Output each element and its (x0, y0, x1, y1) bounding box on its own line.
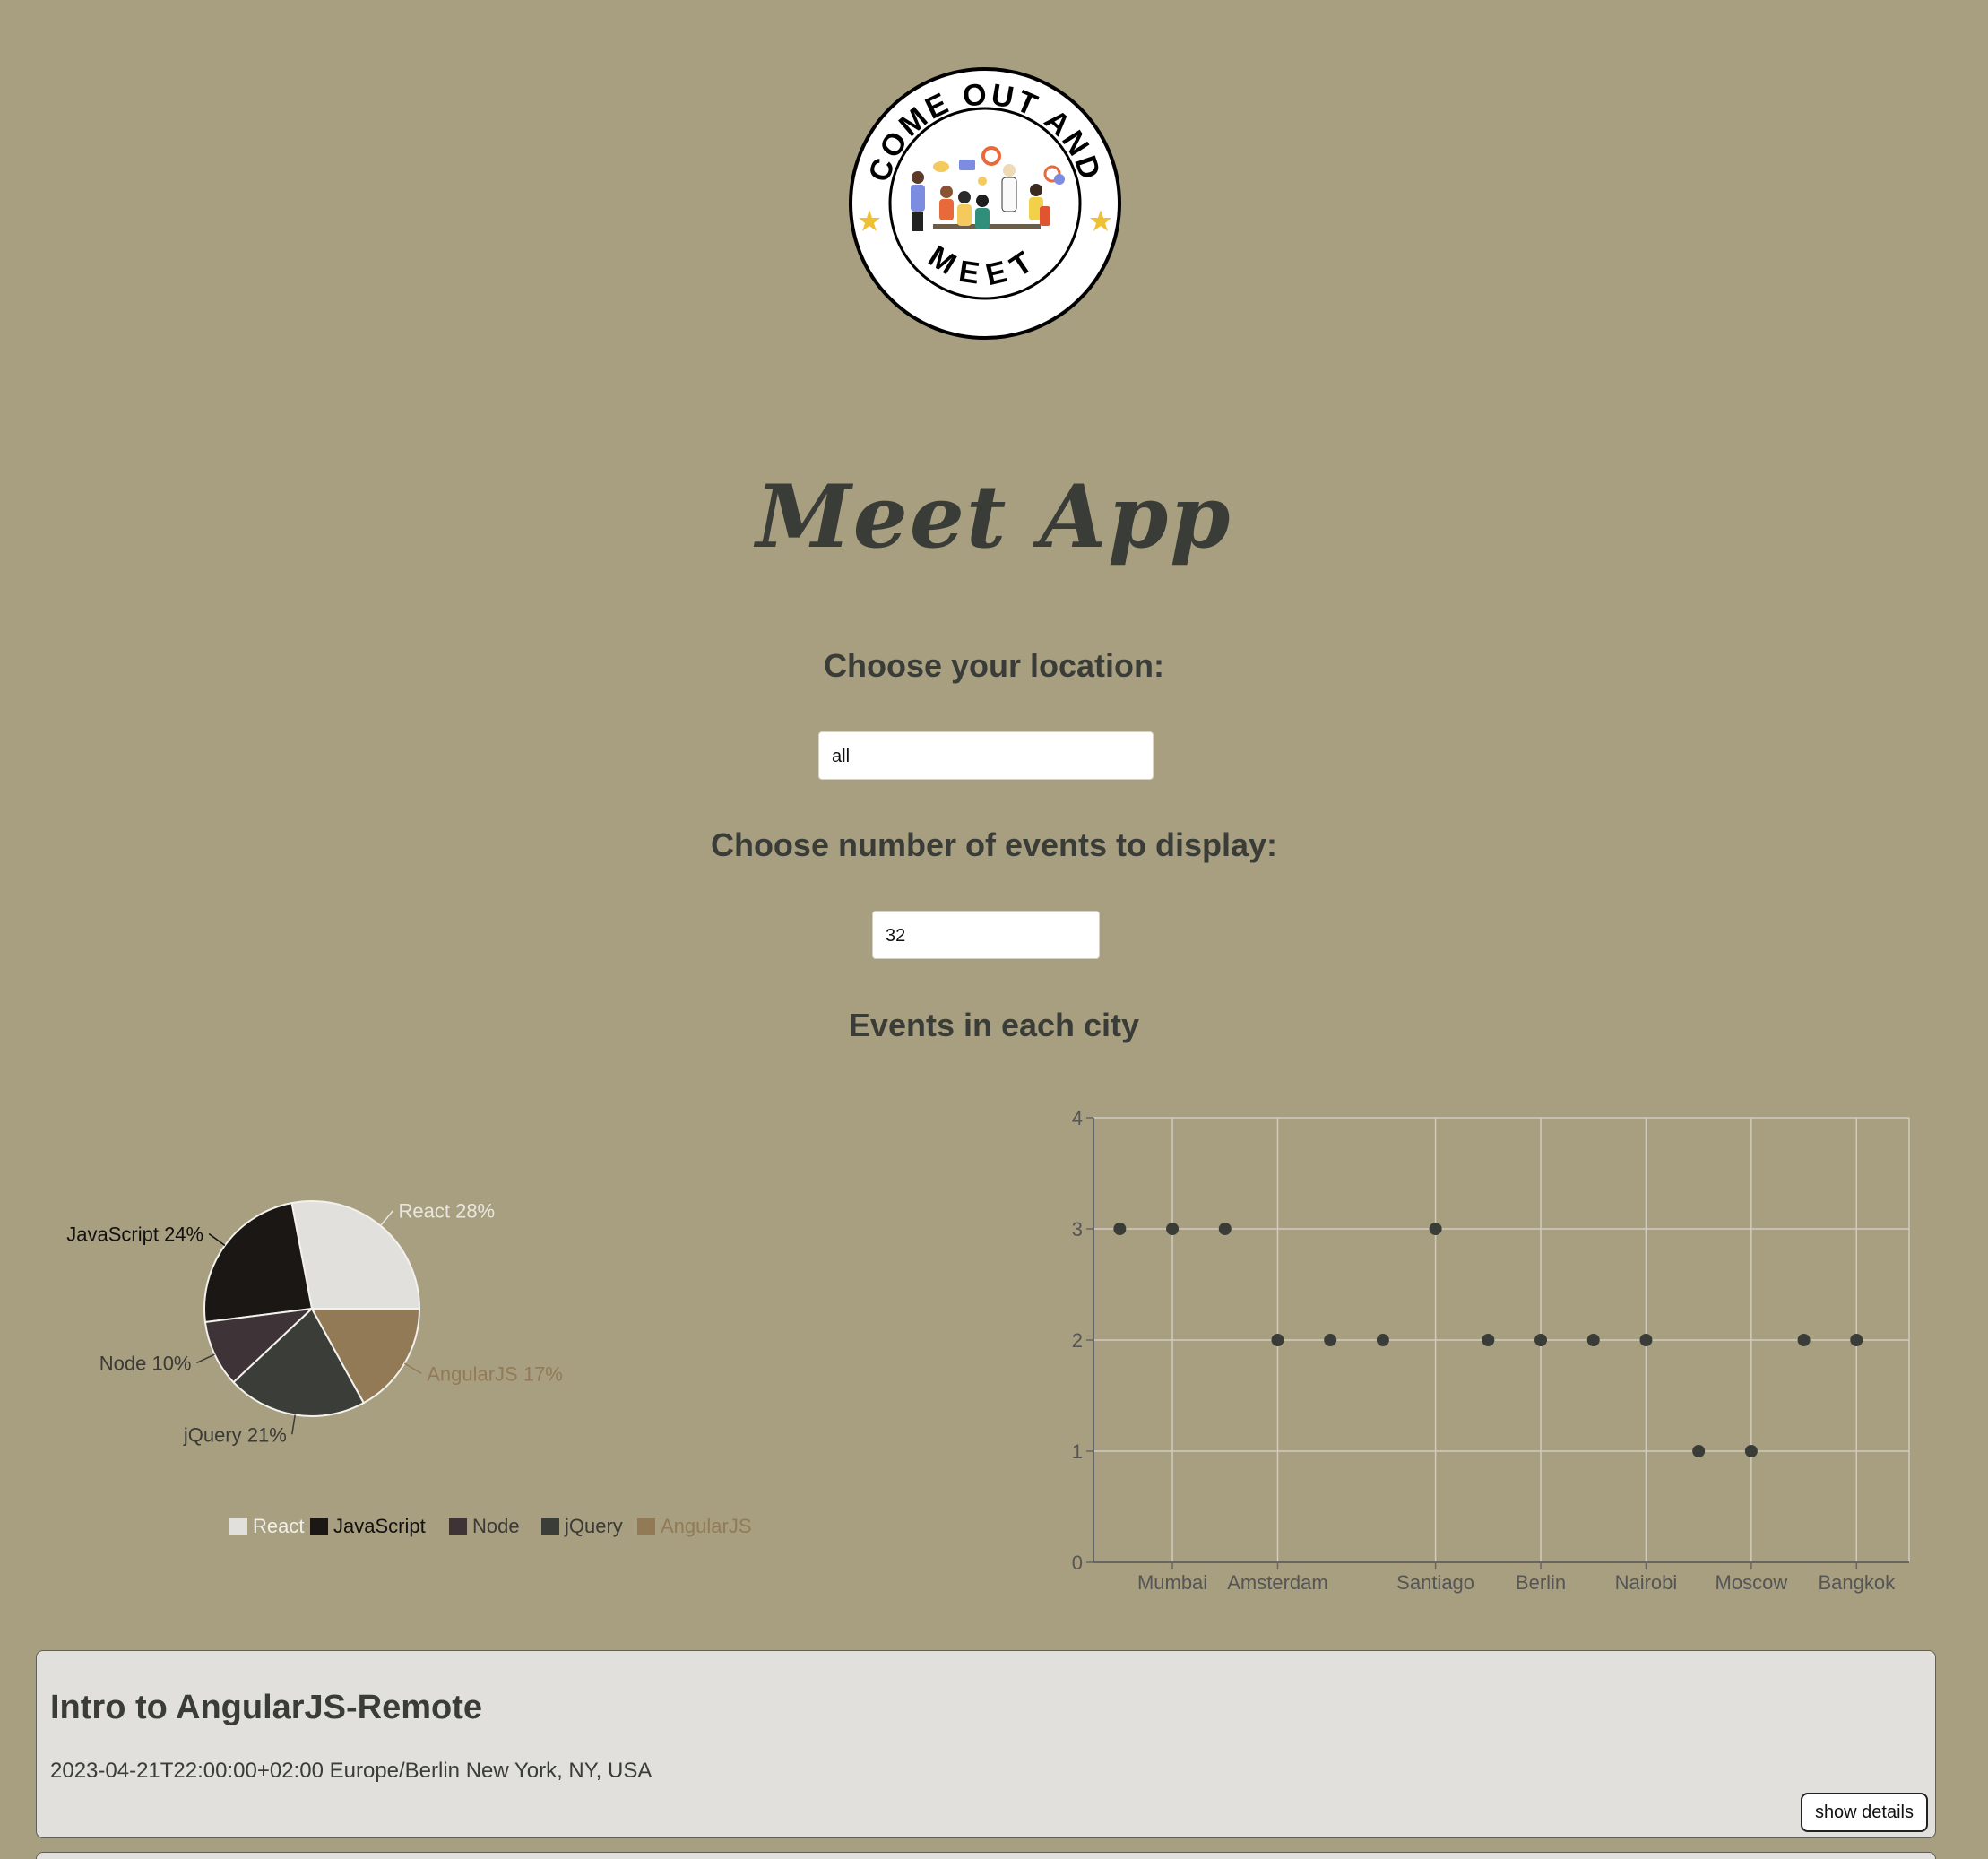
x-tick-label: Berlin (1516, 1571, 1566, 1594)
legend-swatch (637, 1518, 655, 1535)
y-tick-label: 4 (1072, 1107, 1083, 1129)
legend-item-angularjs[interactable]: AngularJS (661, 1515, 752, 1537)
pie-legend: React JavaScript Node jQuery AngularJS (229, 1515, 752, 1537)
scatter-point[interactable] (1639, 1334, 1653, 1346)
pie-label-line (208, 1232, 226, 1247)
scatter-point[interactable] (1429, 1223, 1442, 1235)
event-title: Intro to AngularJS-Remote (50, 1689, 483, 1726)
x-tick-label: Bangkok (1818, 1571, 1896, 1594)
x-tick-label: Amsterdam (1227, 1571, 1327, 1594)
legend-swatch (541, 1518, 559, 1535)
app-title: Meet App (756, 466, 1232, 567)
event-start: 2023-04-21T22:00:00+02:00 (50, 1759, 324, 1783)
charts-heading: Events in each city (848, 1007, 1140, 1043)
app-logo: COME OUT AND MEET (848, 66, 1122, 341)
event-card (36, 1852, 1936, 1859)
scatter-point[interactable] (1744, 1445, 1758, 1457)
pie-slice-label: Node 10% (99, 1352, 192, 1374)
legend-swatch (310, 1518, 328, 1535)
x-tick-label: Moscow (1716, 1571, 1788, 1594)
pie-label-line (291, 1414, 296, 1435)
logo-badge: COME OUT AND MEET (849, 67, 1121, 340)
y-tick-label: 2 (1072, 1329, 1083, 1352)
scatter-point[interactable] (1218, 1223, 1232, 1235)
pie-slice-label: AngularJS 17% (427, 1362, 563, 1385)
event-card: Intro to AngularJS-Remote 2023-04-21T22:… (36, 1650, 1936, 1838)
number-of-events-label: Choose number of events to display: (710, 826, 1278, 863)
legend-swatch (229, 1518, 247, 1535)
scatter-point[interactable] (1692, 1445, 1706, 1457)
scatter-point[interactable] (1534, 1334, 1548, 1346)
legend-item-javascript[interactable]: JavaScript (333, 1515, 426, 1537)
show-details-button[interactable]: show details (1800, 1793, 1928, 1832)
pie-label-line (196, 1353, 215, 1364)
y-tick-label: 3 (1072, 1218, 1083, 1241)
meet-app-page: COME OUT AND MEET Meet App Choose your l… (0, 0, 1988, 1859)
legend-item-node[interactable]: Node (472, 1515, 520, 1537)
y-tick-label: 0 (1072, 1552, 1083, 1574)
scatter-point[interactable] (1482, 1334, 1495, 1346)
scatter-point[interactable] (1586, 1334, 1600, 1346)
genre-pie-chart: React 28% JavaScript 24% Node 10% jQuery 21… (66, 1200, 752, 1537)
x-tick-label: Santiago (1396, 1571, 1474, 1594)
legend-item-react[interactable]: React (253, 1515, 304, 1537)
events-scatter-chart: 0 1 2 3 4 Mumbai Amsterdam Santiago Berlin Nairob… (1072, 1107, 1910, 1594)
scatter-point[interactable] (1324, 1334, 1337, 1346)
scatter-point[interactable] (1850, 1334, 1863, 1346)
scatter-point[interactable] (1166, 1223, 1180, 1235)
legend-item-jquery[interactable]: jQuery (564, 1515, 623, 1537)
number-of-events-input[interactable]: 32 (872, 911, 1100, 959)
scatter-point[interactable] (1376, 1334, 1389, 1346)
event-timezone: Europe/Berlin (329, 1759, 461, 1783)
x-tick-label: Nairobi (1615, 1571, 1678, 1594)
pie-label-line (403, 1362, 422, 1374)
pie-slice-label: jQuery 21% (183, 1423, 287, 1446)
scatter-point[interactable] (1113, 1223, 1127, 1235)
event-meta: 2023-04-21T22:00:00+02:00 Europe/Berlin … (50, 1759, 652, 1784)
y-tick-label: 1 (1072, 1440, 1083, 1463)
pie-label-line (379, 1210, 394, 1227)
scatter-point[interactable] (1797, 1334, 1811, 1346)
pie-slice-label: React 28% (399, 1200, 496, 1223)
pie-slice-javascript[interactable] (203, 1201, 314, 1324)
x-tick-label: Mumbai (1137, 1571, 1207, 1594)
pie-slice-label: JavaScript 24% (66, 1223, 203, 1246)
city-search-label: Choose your location: (823, 647, 1165, 684)
event-location: New York, NY, USA (465, 1759, 653, 1783)
legend-swatch (449, 1518, 467, 1535)
scatter-point[interactable] (1271, 1334, 1284, 1346)
city-search-input[interactable]: all (818, 731, 1154, 780)
